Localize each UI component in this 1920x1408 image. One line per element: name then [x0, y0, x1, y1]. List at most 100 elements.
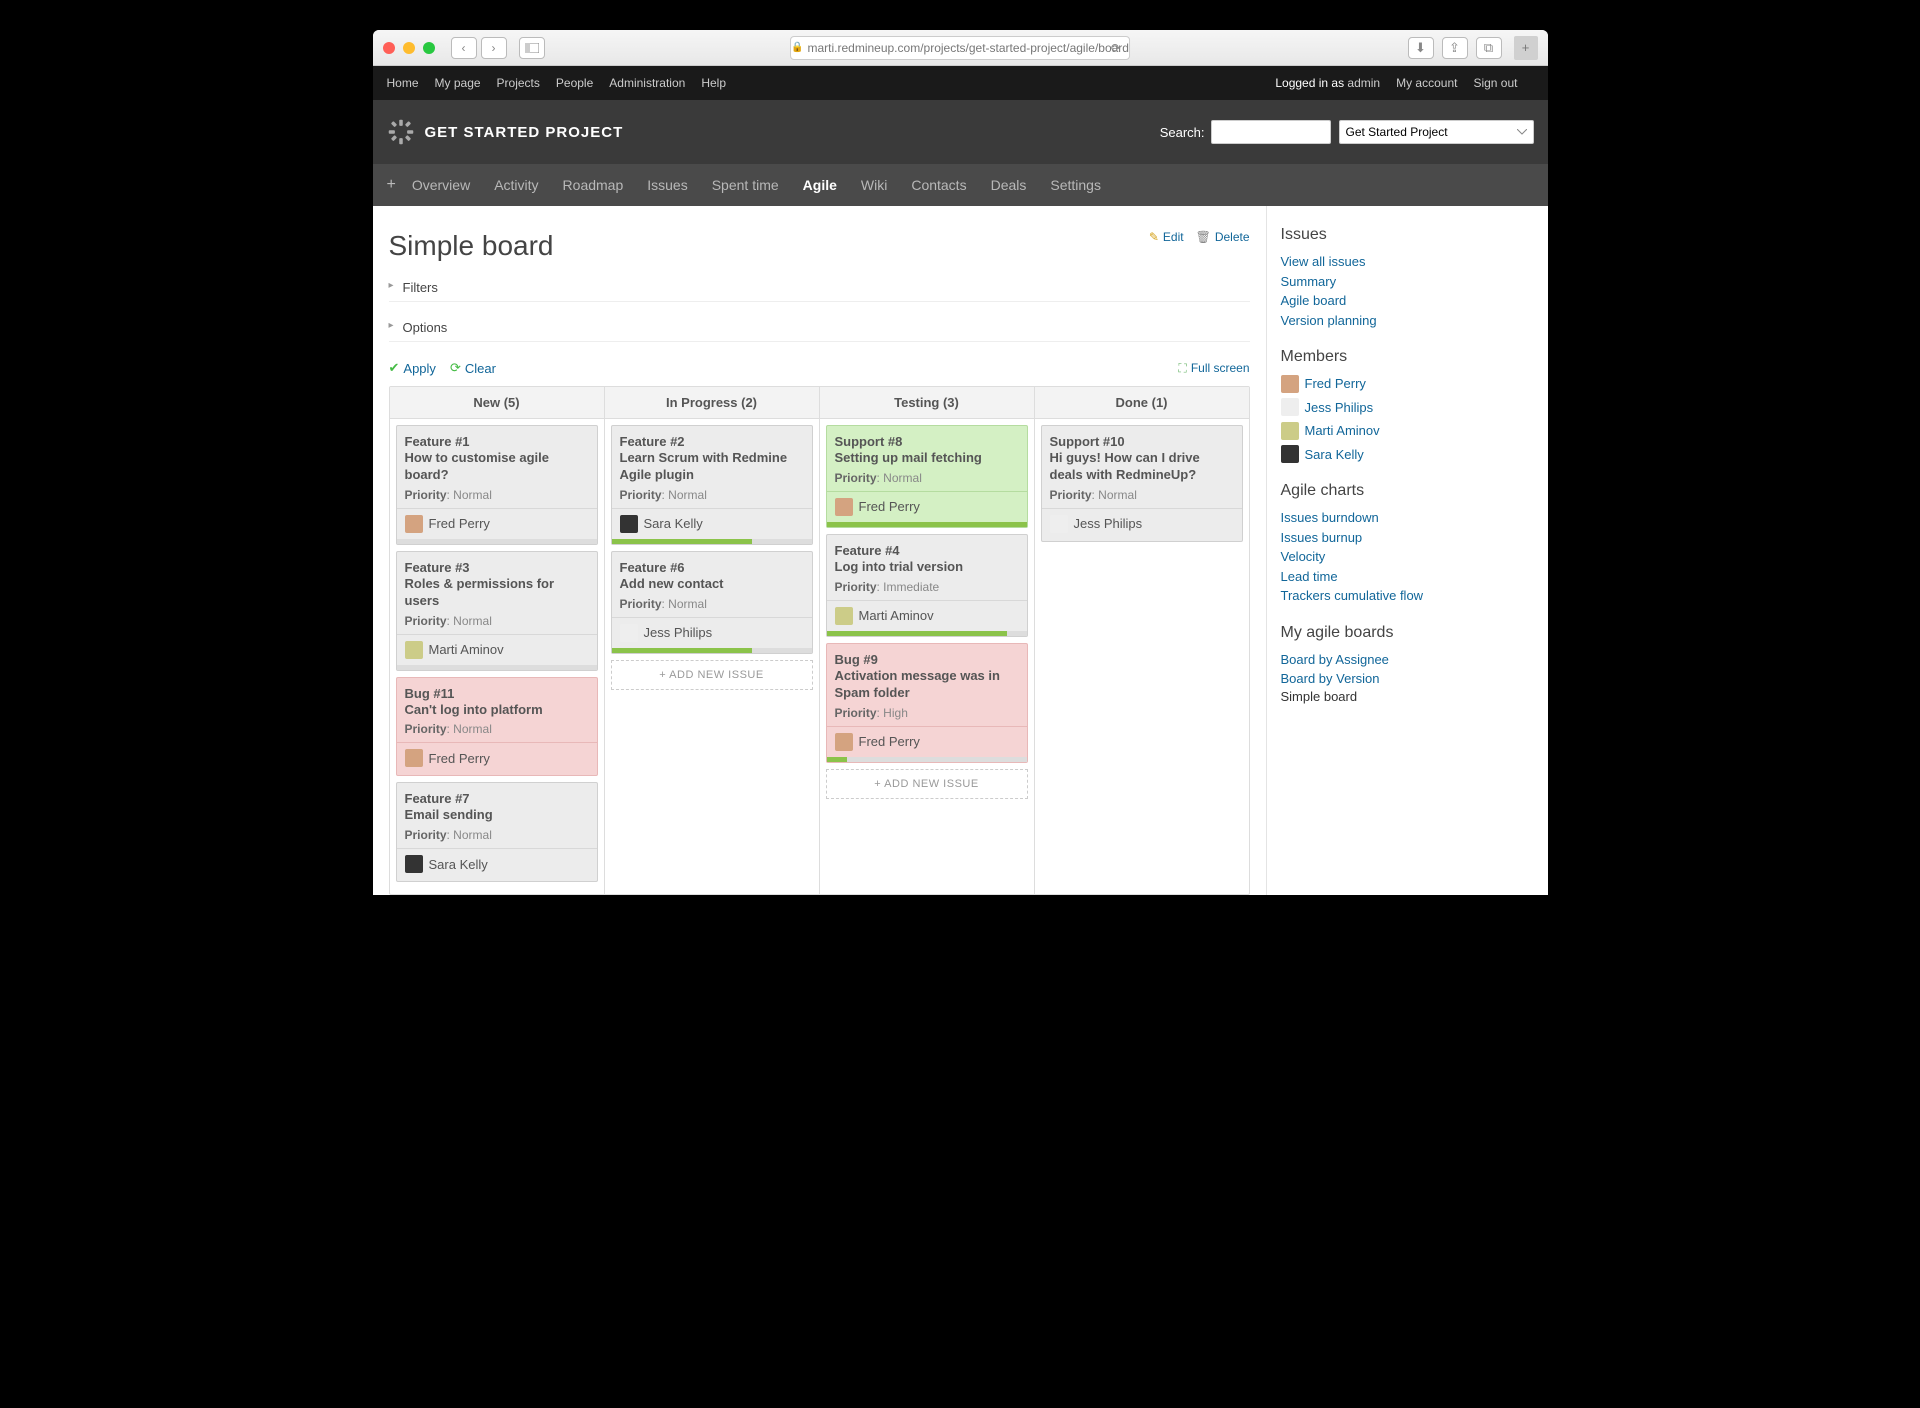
card-assignee: Jess Philips: [1050, 515, 1234, 533]
nav-people[interactable]: People: [556, 76, 593, 90]
sidebar-toggle[interactable]: [519, 37, 545, 59]
delete-button[interactable]: 🗑Delete: [1196, 230, 1250, 244]
forward-button[interactable]: ›: [481, 37, 507, 59]
logged-in-as: Logged in as admin: [1275, 76, 1380, 90]
sidebar-current-board: Simple board: [1281, 689, 1358, 704]
tab-agile[interactable]: Agile: [803, 177, 837, 193]
apply-button[interactable]: ✔Apply: [389, 360, 436, 376]
avatar: [1281, 398, 1299, 416]
sidebar-link[interactable]: Board by Assignee: [1281, 650, 1534, 670]
sidebar-link[interactable]: Board by Version: [1281, 669, 1534, 689]
issue-card[interactable]: Feature #6Add new contactPriority: Norma…: [611, 551, 813, 654]
nav-projects[interactable]: Projects: [497, 76, 540, 90]
card-title: Learn Scrum with Redmine Agile plugin: [620, 450, 804, 484]
close-window[interactable]: [383, 42, 395, 54]
issue-card[interactable]: Bug #11Can't log into platformPriority: …: [396, 677, 598, 777]
member-item[interactable]: Sara Kelly: [1281, 445, 1534, 465]
nav-home[interactable]: Home: [387, 76, 419, 90]
card-assignee: Fred Perry: [835, 733, 1019, 751]
sidebar-members-heading: Members: [1281, 348, 1534, 366]
card-id: Feature #6: [620, 560, 804, 575]
card-priority: Priority: Normal: [405, 614, 589, 628]
member-item[interactable]: Fred Perry: [1281, 374, 1534, 394]
issue-card[interactable]: Feature #7Email sendingPriority: NormalS…: [396, 782, 598, 882]
card-assignee: Sara Kelly: [405, 855, 589, 873]
filters-toggle[interactable]: Filters: [389, 274, 1250, 302]
tab-contacts[interactable]: Contacts: [911, 177, 966, 193]
minimize-window[interactable]: [403, 42, 415, 54]
card-priority: Priority: Immediate: [835, 580, 1019, 594]
tabs-icon[interactable]: ⧉: [1476, 37, 1502, 59]
nav-sign-out[interactable]: Sign out: [1473, 76, 1517, 90]
member-name[interactable]: Marti Aminov: [1305, 421, 1380, 441]
clear-button[interactable]: ⟳Clear: [450, 360, 496, 376]
window-controls: [383, 42, 435, 54]
search-input[interactable]: [1211, 120, 1331, 144]
issue-card[interactable]: Support #8Setting up mail fetchingPriori…: [826, 425, 1028, 528]
card-priority: Priority: Normal: [405, 488, 589, 502]
avatar: [405, 641, 423, 659]
avatar: [1281, 375, 1299, 393]
tab-wiki[interactable]: Wiki: [861, 177, 887, 193]
trash-icon: 🗑: [1196, 230, 1211, 244]
avatar: [835, 607, 853, 625]
card-title: How to customise agile board?: [405, 450, 589, 484]
tab-roadmap[interactable]: Roadmap: [563, 177, 624, 193]
tab-overview[interactable]: Overview: [412, 177, 470, 193]
avatar: [620, 515, 638, 533]
card-id: Support #10: [1050, 434, 1234, 449]
issue-card[interactable]: Feature #4Log into trial versionPriority…: [826, 534, 1028, 637]
check-icon: ✔: [389, 360, 400, 376]
card-assignee: Fred Perry: [835, 498, 1019, 516]
card-progress: [827, 522, 1027, 527]
nav-administration[interactable]: Administration: [609, 76, 685, 90]
sidebar-link[interactable]: Issues burnup: [1281, 528, 1534, 548]
project-select[interactable]: Get Started Project: [1339, 120, 1534, 144]
issue-card[interactable]: Feature #2Learn Scrum with Redmine Agile…: [611, 425, 813, 545]
sidebar-link[interactable]: Trackers cumulative flow: [1281, 586, 1534, 606]
sidebar-link[interactable]: Velocity: [1281, 547, 1534, 567]
maximize-window[interactable]: [423, 42, 435, 54]
nav-my-account[interactable]: My account: [1396, 76, 1457, 90]
member-name[interactable]: Sara Kelly: [1305, 445, 1364, 465]
add-new-issue[interactable]: + ADD NEW ISSUE: [826, 769, 1028, 799]
reload-icon[interactable]: ⟳: [1111, 41, 1121, 55]
address-bar[interactable]: 🔒 marti.redmineup.com/projects/get-start…: [790, 36, 1130, 60]
add-new-issue[interactable]: + ADD NEW ISSUE: [611, 660, 813, 690]
issue-card[interactable]: Feature #3Roles & permissions for usersP…: [396, 551, 598, 671]
card-id: Feature #2: [620, 434, 804, 449]
full-screen-button[interactable]: ⛶Full screen: [1178, 361, 1249, 376]
nav-my-page[interactable]: My page: [435, 76, 481, 90]
card-priority: Priority: Normal: [620, 597, 804, 611]
member-item[interactable]: Jess Philips: [1281, 398, 1534, 418]
member-item[interactable]: Marti Aminov: [1281, 421, 1534, 441]
tab-deals[interactable]: Deals: [991, 177, 1027, 193]
sidebar-link[interactable]: Lead time: [1281, 567, 1534, 587]
member-name[interactable]: Jess Philips: [1305, 398, 1374, 418]
tab-issues[interactable]: Issues: [647, 177, 687, 193]
sidebar-link[interactable]: Summary: [1281, 272, 1534, 292]
tab-spent-time[interactable]: Spent time: [712, 177, 779, 193]
download-icon[interactable]: ⬇: [1408, 37, 1434, 59]
column-testing: Support #8Setting up mail fetchingPriori…: [819, 419, 1034, 894]
add-tab-button[interactable]: +: [387, 176, 396, 194]
edit-button[interactable]: ✎Edit: [1149, 230, 1184, 244]
new-tab-button[interactable]: +: [1514, 36, 1538, 60]
sidebar-link[interactable]: Agile board: [1281, 291, 1534, 311]
back-button[interactable]: ‹: [451, 37, 477, 59]
tab-settings[interactable]: Settings: [1050, 177, 1101, 193]
card-priority: Priority: High: [835, 706, 1019, 720]
member-name[interactable]: Fred Perry: [1305, 374, 1366, 394]
nav-help[interactable]: Help: [701, 76, 726, 90]
options-toggle[interactable]: Options: [389, 314, 1250, 342]
issue-card[interactable]: Feature #1How to customise agile board?P…: [396, 425, 598, 545]
sidebar-link[interactable]: Issues burndown: [1281, 508, 1534, 528]
avatar: [620, 624, 638, 642]
issue-card[interactable]: Bug #9Activation message was in Spam fol…: [826, 643, 1028, 763]
sidebar-link[interactable]: Version planning: [1281, 311, 1534, 331]
sidebar-link[interactable]: View all issues: [1281, 252, 1534, 272]
tab-activity[interactable]: Activity: [494, 177, 538, 193]
issue-card[interactable]: Support #10Hi guys! How can I drive deal…: [1041, 425, 1243, 542]
share-icon[interactable]: ⇪: [1442, 37, 1468, 59]
project-title[interactable]: GET STARTED PROJECT: [425, 124, 624, 141]
